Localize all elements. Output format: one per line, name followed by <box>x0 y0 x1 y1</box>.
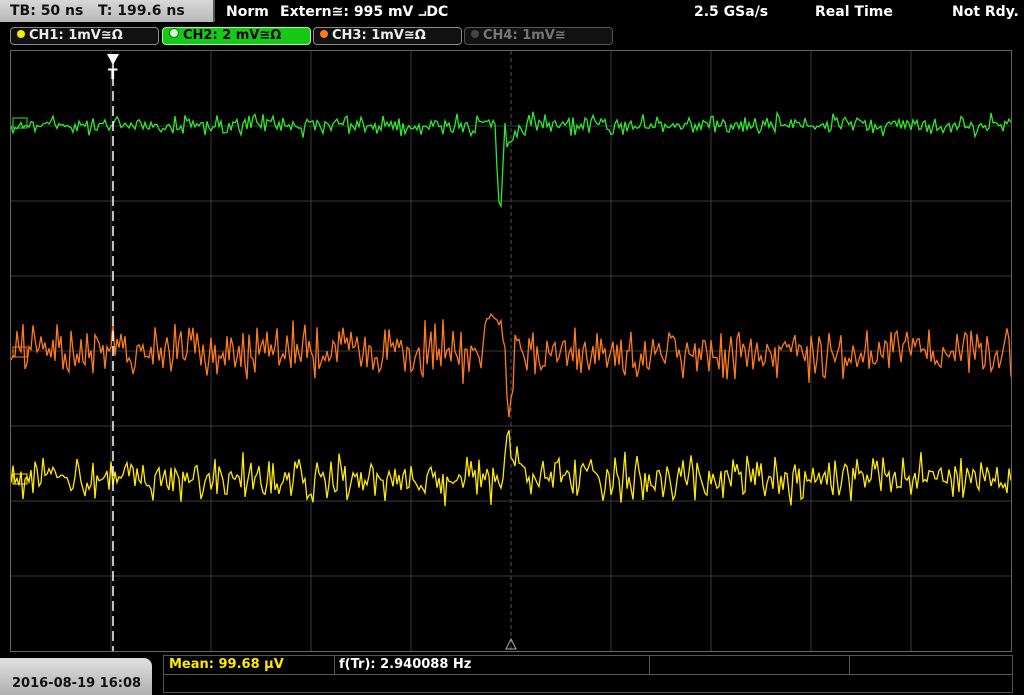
datetime-label: 2016-08-19 16:08 <box>12 676 142 691</box>
trigger-frequency-measurement: f(Tr): 2.940088 Hz <box>339 657 472 672</box>
ch3-button[interactable]: CH3: 1mV≅Ω <box>313 27 462 45</box>
datetime-box: 2016-08-19 16:08 <box>0 658 152 695</box>
acquisition-state: Not Rdy. <box>952 4 1019 20</box>
ch3-label: CH3: 1mV≅Ω <box>332 28 426 43</box>
ch2-button[interactable]: CH2: 2 mV≅Ω <box>162 27 311 45</box>
ch1-color-icon <box>17 30 25 38</box>
ch1-button[interactable]: CH1: 1mV≅Ω <box>10 27 159 45</box>
ch4-color-icon <box>471 30 479 38</box>
sample-rate[interactable]: 2.5 GSa/s <box>694 4 768 20</box>
ch4-label: CH4: 1mV≅ <box>483 28 566 43</box>
ch3-waveform <box>11 313 1011 418</box>
timebase-label: TB: 50 ns <box>10 3 84 19</box>
ch4-button[interactable]: CH4: 1mV≅ <box>464 27 613 45</box>
ch1-label: CH1: 1mV≅Ω <box>29 28 123 43</box>
ch2-color-icon <box>169 28 179 38</box>
trigger-position-marker-icon[interactable] <box>107 54 119 65</box>
meas-cell <box>649 656 850 674</box>
trigger-mode[interactable]: Norm <box>226 4 269 20</box>
trigger-time-label: T: 199.6 ns <box>98 3 185 19</box>
trigger-source[interactable]: Extern≅: 995 mV ⨼DC <box>280 4 448 20</box>
channel-bar: CH1: 1mV≅Ω CH2: 2 mV≅Ω CH3: 1mV≅Ω CH4: 1… <box>0 26 1024 48</box>
ch3-color-icon <box>320 30 328 38</box>
acquisition-mode[interactable]: Real Time <box>815 4 893 20</box>
ch2-label: CH2: 2 mV≅Ω <box>183 28 282 43</box>
status-bar: TB: 50 ns T: 199.6 ns Norm Extern≅: 995 … <box>0 0 1024 24</box>
waveform-display[interactable]: T <box>10 50 1012 652</box>
bottom-bar: 2016-08-19 16:08 Mean: 99.68 µV f(Tr): 2… <box>0 655 1024 695</box>
trigger-marker-label: T <box>108 67 118 83</box>
measurement-panel[interactable]: Mean: 99.68 µV f(Tr): 2.940088 Hz <box>163 655 1013 693</box>
timebase-box[interactable]: TB: 50 ns T: 199.6 ns <box>0 0 215 22</box>
mean-measurement: Mean: 99.68 µV <box>169 657 284 672</box>
scope-canvas: T <box>11 51 1011 651</box>
